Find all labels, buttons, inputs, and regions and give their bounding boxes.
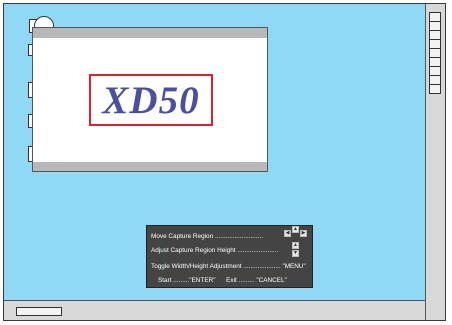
up-arrow-icon: ▲ <box>292 242 299 249</box>
scroll-tick <box>430 67 440 76</box>
capture-instructions-panel: Move Capture Region ....................… <box>146 225 313 288</box>
scroll-tick <box>430 49 440 58</box>
projector-preview-window[interactable]: XD50 <box>32 27 268 172</box>
osd-move-label: Move Capture Region <box>151 233 214 240</box>
capture-screen: XD50 Move Capture Region ...............… <box>3 3 446 321</box>
osd-start-dots: ......... <box>173 277 190 284</box>
osd-move-row: Move Capture Region ....................… <box>151 233 263 240</box>
osd-toggle-label: Toggle Width/Height Adjustment <box>151 263 242 270</box>
down-arrow-icon: ▼ <box>292 250 299 257</box>
osd-toggle-row: Toggle Width/Height Adjustment .........… <box>151 263 306 270</box>
osd-exit-dots: ......... <box>238 277 255 284</box>
vertical-scroll-thumb[interactable] <box>429 12 441 94</box>
vertical-scrollbar[interactable] <box>425 4 445 320</box>
osd-start-exit-row: Start ........."ENTER" Exit ......... "C… <box>158 277 287 284</box>
left-arrow-icon: ◀ <box>284 230 291 237</box>
osd-start-key: "ENTER" <box>189 277 216 284</box>
model-name: XD50 <box>102 78 200 122</box>
window-bottom-bar <box>33 162 267 171</box>
osd-adjust-dots: ....................... <box>237 247 279 254</box>
horizontal-scroll-thumb[interactable] <box>16 307 62 316</box>
right-arrow-icon: ▶ <box>300 230 307 237</box>
osd-toggle-key: "MENU" <box>282 263 306 270</box>
scroll-tick <box>430 13 440 22</box>
scroll-tick <box>430 76 440 85</box>
model-label-box: XD50 <box>89 74 213 126</box>
horizontal-scrollbar[interactable] <box>4 300 425 320</box>
up-arrow-icon: ▲ <box>292 226 299 233</box>
scroll-tick <box>430 22 440 31</box>
osd-exit-label: Exit <box>226 277 237 284</box>
scroll-tick <box>430 31 440 40</box>
scroll-tick <box>430 40 440 49</box>
osd-toggle-dots: ..................... <box>243 263 281 270</box>
osd-move-dots: ........................... <box>214 233 263 240</box>
osd-adjust-row: Adjust Capture Region Height ...........… <box>151 247 278 254</box>
scroll-tick <box>430 58 440 67</box>
osd-exit-key: "CANCEL" <box>256 277 287 284</box>
osd-adjust-label: Adjust Capture Region Height <box>151 247 236 254</box>
window-title-bar <box>33 28 267 38</box>
osd-start-label: Start <box>158 277 172 284</box>
